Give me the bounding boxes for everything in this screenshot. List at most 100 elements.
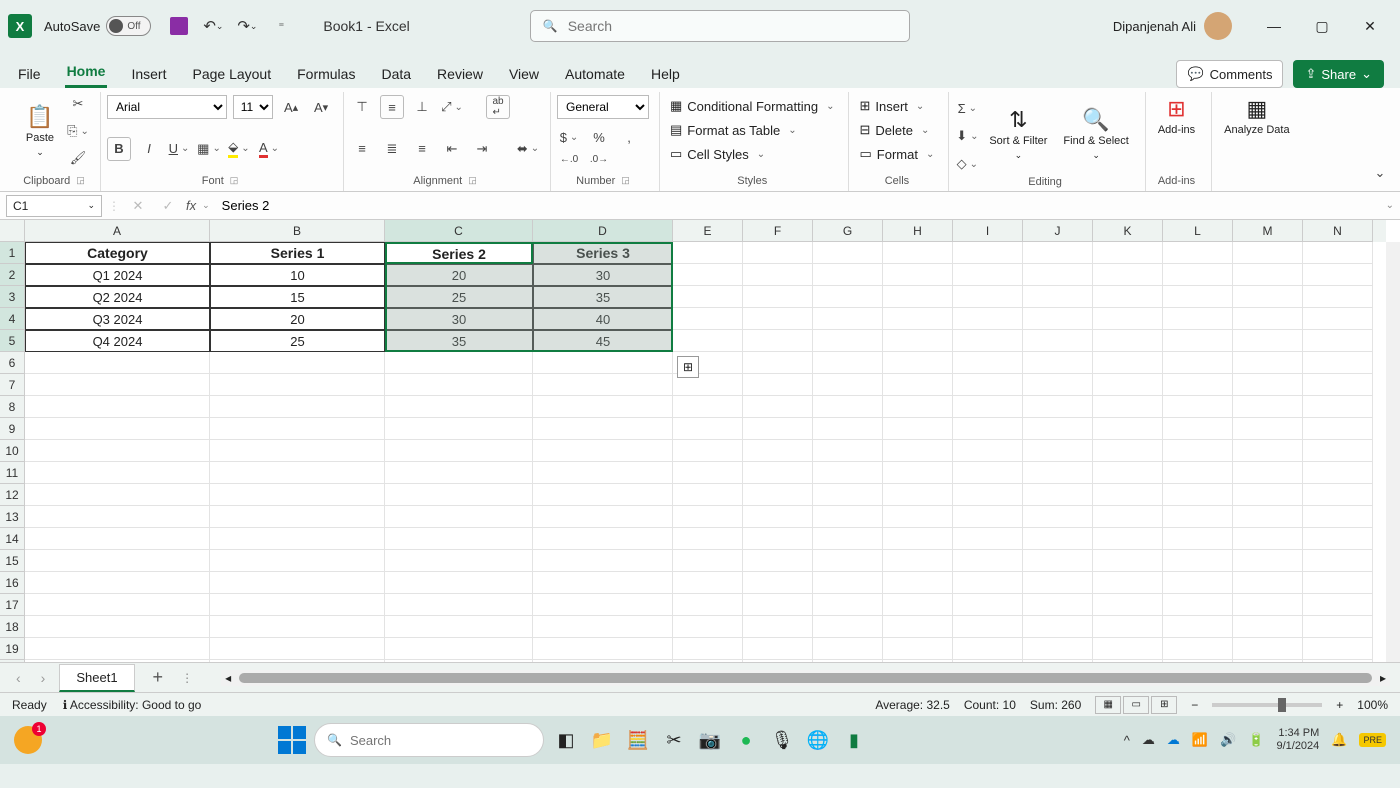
calculator-icon[interactable]: 🧮 [624, 726, 652, 754]
insert-cells-button[interactable]: ⊞ Insert [855, 96, 938, 116]
align-top-button[interactable]: ⊤ [350, 95, 374, 119]
select-all-corner[interactable] [0, 220, 25, 242]
cell-G18[interactable] [813, 616, 883, 638]
cell-G6[interactable] [813, 352, 883, 374]
cell-C1[interactable]: Series 2 [385, 242, 533, 264]
cell-A17[interactable] [25, 594, 210, 616]
cell-B8[interactable] [210, 396, 385, 418]
cell-N20[interactable] [1303, 660, 1373, 662]
cell-E17[interactable] [673, 594, 743, 616]
col-header-F[interactable]: F [743, 220, 813, 242]
cell-D6[interactable] [533, 352, 673, 374]
cell-N2[interactable] [1303, 264, 1373, 286]
cell-C7[interactable] [385, 374, 533, 396]
cell-H8[interactable] [883, 396, 953, 418]
cell-D20[interactable] [533, 660, 673, 662]
bold-button[interactable]: B [107, 137, 131, 161]
quick-analysis-icon[interactable]: ⊞ [677, 356, 699, 378]
cell-H1[interactable] [883, 242, 953, 264]
cell-J1[interactable] [1023, 242, 1093, 264]
cell-B10[interactable] [210, 440, 385, 462]
cell-F7[interactable] [743, 374, 813, 396]
minimize-button[interactable]: — [1252, 11, 1296, 41]
cell-G4[interactable] [813, 308, 883, 330]
cell-N15[interactable] [1303, 550, 1373, 572]
share-button[interactable]: ⇪ Share ⌄ [1293, 60, 1384, 88]
comments-button[interactable]: 💬 Comments [1176, 60, 1283, 88]
cell-D11[interactable] [533, 462, 673, 484]
cell-K19[interactable] [1093, 638, 1163, 660]
cell-G15[interactable] [813, 550, 883, 572]
cell-D18[interactable] [533, 616, 673, 638]
cell-N7[interactable] [1303, 374, 1373, 396]
cell-K8[interactable] [1093, 396, 1163, 418]
cell-M10[interactable] [1233, 440, 1303, 462]
cell-F8[interactable] [743, 396, 813, 418]
tab-automate[interactable]: Automate [563, 60, 627, 88]
cell-E13[interactable] [673, 506, 743, 528]
cell-K7[interactable] [1093, 374, 1163, 396]
cell-C18[interactable] [385, 616, 533, 638]
increase-font-button[interactable]: A▴ [279, 95, 303, 119]
cell-I10[interactable] [953, 440, 1023, 462]
cell-K14[interactable] [1093, 528, 1163, 550]
row-header-1[interactable]: 1 [0, 242, 25, 264]
cell-F1[interactable] [743, 242, 813, 264]
cell-M5[interactable] [1233, 330, 1303, 352]
collapse-ribbon-button[interactable]: ⌄ [1368, 161, 1392, 185]
cell-L15[interactable] [1163, 550, 1233, 572]
cell-B1[interactable]: Series 1 [210, 242, 385, 264]
cell-A19[interactable] [25, 638, 210, 660]
cell-C6[interactable] [385, 352, 533, 374]
cell-I12[interactable] [953, 484, 1023, 506]
cell-K1[interactable] [1093, 242, 1163, 264]
add-sheet-button[interactable]: + [143, 667, 174, 688]
formula-input[interactable] [216, 198, 1380, 213]
cell-K2[interactable] [1093, 264, 1163, 286]
cell-D10[interactable] [533, 440, 673, 462]
decrease-decimal-button[interactable]: .0→ [587, 148, 611, 172]
cell-H17[interactable] [883, 594, 953, 616]
cell-C20[interactable] [385, 660, 533, 662]
cell-F2[interactable] [743, 264, 813, 286]
cell-M15[interactable] [1233, 550, 1303, 572]
user-account[interactable]: Dipanjenah Ali [1113, 12, 1232, 40]
cell-M6[interactable] [1233, 352, 1303, 374]
cell-L10[interactable] [1163, 440, 1233, 462]
cell-K11[interactable] [1093, 462, 1163, 484]
cell-B5[interactable]: 25 [210, 330, 385, 352]
cell-H3[interactable] [883, 286, 953, 308]
row-header-5[interactable]: 5 [0, 330, 25, 352]
cell-J13[interactable] [1023, 506, 1093, 528]
cell-L17[interactable] [1163, 594, 1233, 616]
row-header-2[interactable]: 2 [0, 264, 25, 286]
cell-M9[interactable] [1233, 418, 1303, 440]
cell-J4[interactable] [1023, 308, 1093, 330]
cell-B17[interactable] [210, 594, 385, 616]
cut-button[interactable]: ✂ [66, 92, 90, 116]
cell-B16[interactable] [210, 572, 385, 594]
cell-F3[interactable] [743, 286, 813, 308]
cell-I11[interactable] [953, 462, 1023, 484]
cell-H20[interactable] [883, 660, 953, 662]
cell-N12[interactable] [1303, 484, 1373, 506]
cell-H15[interactable] [883, 550, 953, 572]
cell-F5[interactable] [743, 330, 813, 352]
clipboard-launcher[interactable]: ◲ [76, 175, 85, 187]
cell-M20[interactable] [1233, 660, 1303, 662]
cell-A16[interactable] [25, 572, 210, 594]
row-header-7[interactable]: 7 [0, 374, 25, 396]
cell-D7[interactable] [533, 374, 673, 396]
cell-L19[interactable] [1163, 638, 1233, 660]
cell-A5[interactable]: Q4 2024 [25, 330, 210, 352]
cell-D3[interactable]: 35 [533, 286, 673, 308]
cell-M12[interactable] [1233, 484, 1303, 506]
cell-A1[interactable]: Category [25, 242, 210, 264]
cell-L20[interactable] [1163, 660, 1233, 662]
cell-L13[interactable] [1163, 506, 1233, 528]
cell-B15[interactable] [210, 550, 385, 572]
col-header-G[interactable]: G [813, 220, 883, 242]
cell-A9[interactable] [25, 418, 210, 440]
cell-E15[interactable] [673, 550, 743, 572]
col-header-J[interactable]: J [1023, 220, 1093, 242]
